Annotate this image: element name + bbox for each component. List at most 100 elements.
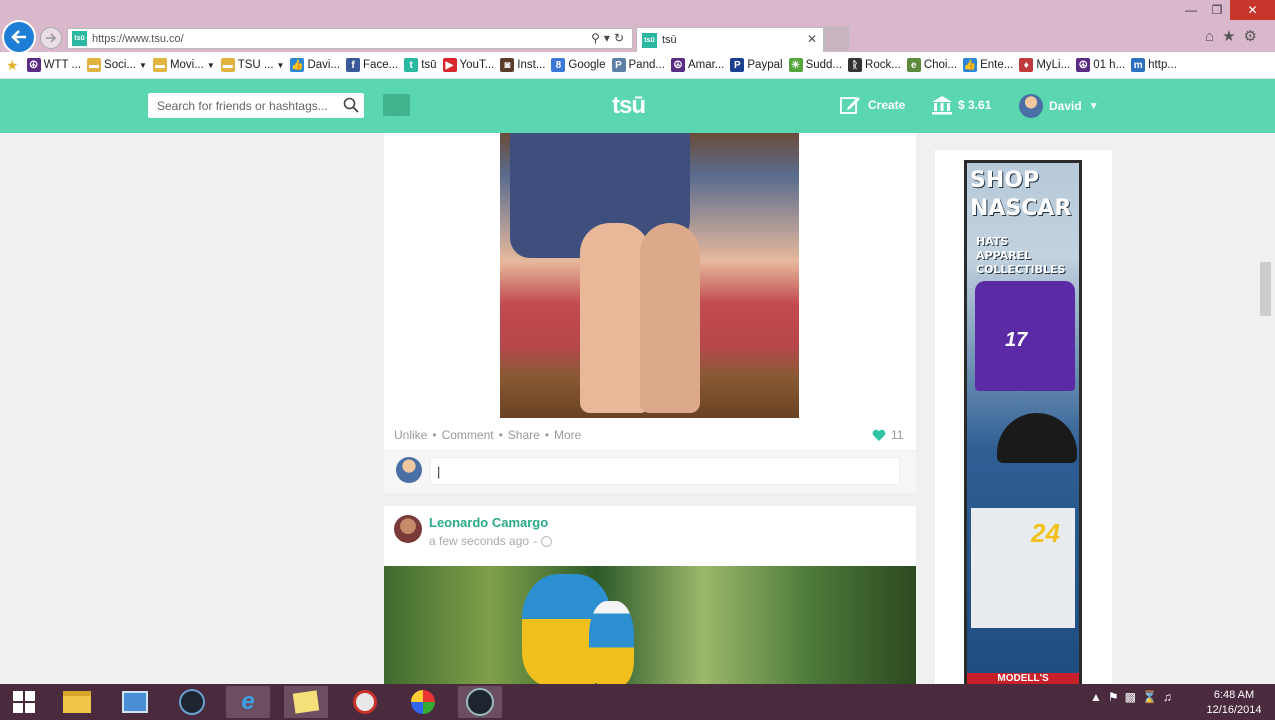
back-button[interactable] [2,20,36,54]
favorite-item[interactable]: P Pand... [611,58,665,72]
paint-icon[interactable] [401,686,445,718]
create-button[interactable]: Create [840,95,905,115]
post-photo[interactable] [500,133,799,418]
chevron-down-icon: ▼ [139,60,147,70]
favorite-label: tsū [421,59,437,71]
share-link[interactable]: Share [508,428,540,442]
scrollbar-thumb[interactable] [1260,262,1271,316]
site-favicon: tsū [72,31,87,46]
pandora-icon: P [611,58,626,72]
heart-icon [872,429,886,441]
author-name[interactable]: Leonardo Camargo [429,515,548,530]
add-favorite-star-icon[interactable]: ★ [6,57,19,74]
favorite-item[interactable]: ▶ YouT... [442,58,494,72]
ad-headline-line1: SHOP [970,168,1040,193]
snipping-tool-icon[interactable] [343,686,387,718]
page-scrollbar[interactable] [1257,133,1275,686]
user-name: David [1049,99,1082,113]
favorite-label: Pand... [628,59,665,71]
search-icon[interactable] [343,97,359,113]
author-avatar[interactable] [394,515,422,543]
folder-icon: ▬ [152,58,167,72]
minimize-button[interactable]: — [1178,0,1204,20]
peace-icon: ☮ [1076,58,1091,72]
messages-icon[interactable] [383,94,410,117]
comment-text: | [437,463,441,479]
favorite-item[interactable]: e Choi... [906,58,957,72]
mi-icon: m [1131,58,1146,72]
maximize-button[interactable]: ❐ [1204,0,1230,20]
start-button[interactable] [0,684,48,720]
ad-headline: SHOP NASCAR [970,167,1071,223]
new-tab-button[interactable] [824,27,849,51]
ad-headline-line2: NASCAR [970,196,1072,221]
post-photo[interactable] [384,566,916,686]
taskbar-clock[interactable]: 6:48 AM 12/16/2014 [1200,688,1268,718]
system-tray-icons[interactable]: ▲⚑▩⌛♫ [1090,690,1178,704]
sticky-notes-icon[interactable] [284,686,328,718]
peace-icon: ☮ [26,58,41,72]
create-label: Create [868,98,906,112]
tab-tsu[interactable]: tsū tsū ✕ [636,27,824,52]
favorite-item[interactable]: 8 Google [551,58,606,72]
tsu-icon: t [404,58,419,72]
post-timestamp: a few seconds ago - [429,534,553,548]
favorites-star-icon[interactable]: ★ [1222,28,1243,45]
favorite-item[interactable]: 👍 Ente... [963,58,1013,72]
close-window-button[interactable]: ✕ [1230,0,1275,20]
like-counter[interactable]: 11 [872,428,903,442]
user-menu[interactable]: David ▼ [1019,94,1099,118]
tab-favicon: tsū [642,32,657,48]
more-link[interactable]: More [554,428,581,442]
favorite-label: Ente... [980,59,1014,71]
tsu-logo[interactable]: tsū [612,92,646,120]
tab-close-icon[interactable]: ✕ [807,32,817,46]
favorite-item[interactable]: 👍 Davi... [290,58,340,72]
clock-time: 6:48 AM [1213,689,1255,701]
favorite-item[interactable]: ☮ 01 h... [1076,58,1125,72]
forward-button[interactable] [40,27,62,49]
favorite-item[interactable]: t tsū [404,58,437,72]
internet-explorer-icon[interactable]: e [226,686,270,718]
home-icon[interactable]: ⌂ [1205,28,1222,45]
settings-gear-icon[interactable]: ⚙ [1244,28,1265,45]
favorite-item[interactable]: ☮ WTT ... [26,58,81,72]
browser-toolbar-icons[interactable]: ⌂★⚙ [1205,27,1265,45]
favorite-item[interactable]: ◙ Inst... [500,58,545,72]
favorite-label: Inst... [517,59,546,71]
unlike-link[interactable]: Unlike [394,428,427,442]
instagram-icon: ◙ [500,58,515,72]
address-search-refresh-icons[interactable]: ⚲▾↻ [591,31,628,45]
app-dark-icon[interactable] [170,686,214,718]
chevron-down-icon: ▼ [276,60,285,70]
favorite-item[interactable]: ▬ Soci... ▼ [87,58,147,72]
ad-driver-image: 24 [971,508,1075,628]
chevron-down-icon: ▼ [206,60,215,70]
favorite-label: Sudd... [805,59,843,71]
comment-input[interactable]: | [430,457,900,485]
ad-sub-collectibles: COLLECTIBLES [976,263,1066,276]
balance-button[interactable]: $ 3.61 [931,95,991,115]
favorite-item[interactable]: P Paypal [730,58,783,72]
favorite-label: 01 h... [1093,59,1126,71]
address-bar[interactable]: tsū https://www.tsu.co/ ⚲▾↻ [67,28,633,49]
favorite-item[interactable]: ▬ TSU ... ▼ [220,58,285,72]
search-input[interactable]: Search for friends or hashtags... [148,93,364,118]
favorite-item[interactable]: ▬ Movi... ▼ [152,58,215,72]
app-dark-icon-2[interactable] [458,686,502,718]
favorite-item[interactable]: f Face... [346,58,398,72]
favorite-item[interactable]: ✳ Sudd... [788,58,843,72]
favorite-item[interactable]: ☮ Amar... [670,58,724,72]
favorite-item[interactable]: ♦ MyLi... [1019,58,1070,72]
comment-link[interactable]: Comment [442,428,494,442]
favorite-label: Paypal [747,59,783,71]
globe-icon [541,535,553,547]
ad-sub-hats: HATS [976,235,1009,248]
time-separator: - [533,534,538,548]
nascar-ad-banner[interactable]: SHOP NASCAR HATS APPAREL COLLECTIBLES 17… [964,160,1082,686]
file-explorer-icon[interactable] [55,686,99,718]
favorite-item[interactable]: m http... [1131,58,1177,72]
control-panel-icon[interactable] [113,686,157,718]
favorite-item[interactable]: ᚱ Rock... [848,58,901,72]
burst-icon: ✳ [788,58,803,72]
